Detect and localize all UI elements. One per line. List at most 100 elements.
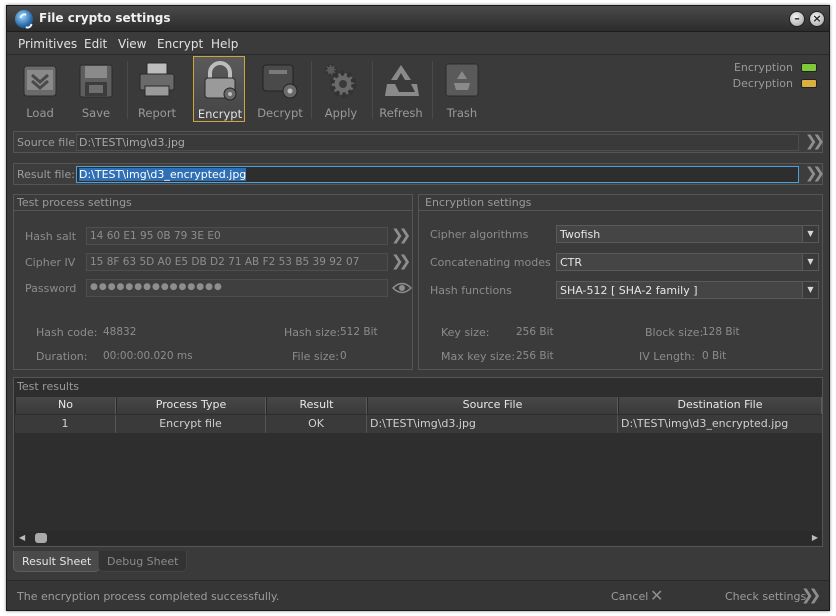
toolbar-separator <box>432 61 433 119</box>
save-button[interactable]: Save <box>70 56 122 122</box>
app-logo-icon <box>15 10 33 28</box>
close-button[interactable]: × <box>809 11 825 27</box>
menu-primitives[interactable]: Primitives <box>18 37 77 51</box>
password-label: Password <box>25 282 77 295</box>
hash-salt-generate-chevron-icon[interactable]: ❯❯ <box>391 226 411 244</box>
cipher-algorithms-label: Cipher algorithms <box>430 228 529 241</box>
column-header-source-file[interactable]: Source File <box>367 397 618 414</box>
apply-button[interactable]: Apply <box>315 56 367 122</box>
hash-salt-input[interactable]: 14 60 E1 95 0B 79 3E E0 <box>86 227 388 245</box>
source-browse-chevron-icon[interactable]: ❯❯ <box>805 132 825 150</box>
cipher-algorithms-value: Twofish <box>560 228 601 241</box>
recycle-icon <box>385 65 419 96</box>
column-header-destination-file[interactable]: Destination File <box>618 397 822 414</box>
scroll-left-arrow-icon[interactable]: ◀ <box>19 533 25 542</box>
toolbar: Load Save Report Encrypt Decrypt Apply R… <box>7 55 829 123</box>
test-process-panel: Test process settings Hash salt 14 60 E1… <box>13 194 413 370</box>
show-password-eye-icon[interactable] <box>392 281 412 295</box>
iv-length-label: IV Length: <box>639 350 695 363</box>
report-button[interactable]: Report <box>131 56 183 122</box>
lock-icon <box>204 61 237 101</box>
scroll-right-arrow-icon[interactable]: ▶ <box>812 533 818 542</box>
test-results-panel: Test results No Process Type Result Sour… <box>13 377 823 547</box>
cipher-iv-generate-chevron-icon[interactable]: ❯❯ <box>391 252 411 270</box>
trash-label: Trash <box>446 106 478 120</box>
decrypt-button[interactable]: Decrypt <box>254 56 306 122</box>
column-header-process-type[interactable]: Process Type <box>116 397 266 414</box>
title-bar: File crypto settings – × <box>7 6 829 32</box>
encryption-indicator-label: Encryption <box>733 61 793 74</box>
result-file-label: Result file: <box>17 168 75 181</box>
refresh-label: Refresh <box>379 106 423 120</box>
source-file-field[interactable]: D:\TEST\img\d3.jpg <box>76 134 799 151</box>
decrypt-label: Decrypt <box>257 106 303 120</box>
result-file-selected-text: D:\TEST\img\d3_encrypted.jpg <box>79 168 247 181</box>
chevron-down-icon: ▼ <box>802 282 818 298</box>
block-size-value: 128 Bit <box>702 326 740 338</box>
check-settings-chevron-icon[interactable]: ❯❯ <box>801 586 821 604</box>
refresh-button[interactable]: Refresh <box>375 56 427 122</box>
toolbar-separator <box>311 61 312 119</box>
cancel-label[interactable]: Cancel <box>611 590 648 603</box>
concatenating-modes-select[interactable]: CTR ▼ <box>556 253 819 271</box>
folder-icon <box>23 65 57 97</box>
main-window: File crypto settings – × Primitives Edit… <box>6 5 830 611</box>
key-size-label: Key size: <box>441 326 490 339</box>
menu-help[interactable]: Help <box>211 37 238 51</box>
results-table-header: No Process Type Result Source File Desti… <box>15 397 822 414</box>
cell-source-file: D:\TEST\img\d3.jpg <box>367 415 618 433</box>
cancel-x-icon[interactable]: ✕ <box>650 586 663 605</box>
cell-destination-file: D:\TEST\img\d3_encrypted.jpg <box>621 417 789 430</box>
duration-label: Duration: <box>36 350 88 363</box>
table-row[interactable]: 1 Encrypt file OK D:\TEST\img\d3.jpg D:\… <box>15 415 822 433</box>
cipher-iv-input[interactable]: 15 8F 63 5D A0 E5 DB D2 71 AB F2 53 B5 3… <box>86 253 388 271</box>
chevron-down-icon: ▼ <box>802 226 818 242</box>
cell-no: 1 <box>15 415 116 433</box>
gear-icon <box>324 63 357 98</box>
hash-size-value: 512 Bit <box>340 326 378 338</box>
hash-functions-select[interactable]: SHA-512 [ SHA-2 family ] ▼ <box>556 281 819 299</box>
password-input[interactable]: ●●●●●●●●●●●●●●● <box>86 279 388 297</box>
tab-debug-sheet[interactable]: Debug Sheet <box>98 551 188 572</box>
cipher-algorithms-select[interactable]: Twofish ▼ <box>556 225 819 243</box>
horizontal-scrollbar[interactable]: ◀ ▶ <box>15 531 822 545</box>
menu-encrypt[interactable]: Encrypt <box>157 37 203 51</box>
encrypt-button[interactable]: Encrypt <box>193 56 245 122</box>
column-header-no[interactable]: No <box>15 397 116 414</box>
window-title: File crypto settings <box>39 11 171 25</box>
result-browse-chevron-icon[interactable]: ❯❯ <box>805 164 825 182</box>
minimize-button[interactable]: – <box>789 11 805 27</box>
toolbar-separator <box>127 61 128 119</box>
tab-result-sheet[interactable]: Result Sheet <box>13 551 101 572</box>
block-size-label: Block size: <box>645 326 704 339</box>
sheet-tabs: Result Sheet Debug Sheet <box>13 551 823 573</box>
source-file-label: Source file: <box>17 136 79 149</box>
key-size-value: 256 Bit <box>516 326 554 338</box>
encryption-settings-title: Encryption settings <box>425 196 532 209</box>
result-file-row: Result file: D:\TEST\img\d3_encrypted.jp… <box>13 163 825 185</box>
report-label: Report <box>137 106 177 120</box>
trash-button[interactable]: Trash <box>436 56 488 122</box>
hash-salt-label: Hash salt <box>25 230 77 243</box>
menu-view[interactable]: View <box>118 37 146 51</box>
encrypt-label: Encrypt <box>197 107 243 121</box>
encryption-led <box>801 63 817 72</box>
panel-divider <box>14 210 412 211</box>
check-settings-label[interactable]: Check settings <box>725 590 806 603</box>
iv-length-value: 0 Bit <box>702 350 727 362</box>
save-label: Save <box>81 106 111 120</box>
load-button[interactable]: Load <box>14 56 66 122</box>
menu-bar: Primitives Edit View Encrypt Help <box>7 33 829 55</box>
decryption-led <box>801 79 817 88</box>
hash-functions-label: Hash functions <box>430 284 512 297</box>
trash-icon <box>445 63 479 97</box>
column-header-result[interactable]: Result <box>266 397 367 414</box>
decrypt-icon <box>262 64 298 99</box>
scrollbar-thumb[interactable] <box>35 533 47 543</box>
cell-process-type: Encrypt file <box>116 415 266 433</box>
max-key-size-value: 256 Bit <box>516 350 554 362</box>
concatenating-modes-value: CTR <box>560 256 583 269</box>
menu-edit[interactable]: Edit <box>84 37 107 51</box>
hash-functions-value: SHA-512 [ SHA-2 family ] <box>560 284 698 297</box>
result-file-field[interactable]: D:\TEST\img\d3_encrypted.jpg <box>76 166 799 183</box>
